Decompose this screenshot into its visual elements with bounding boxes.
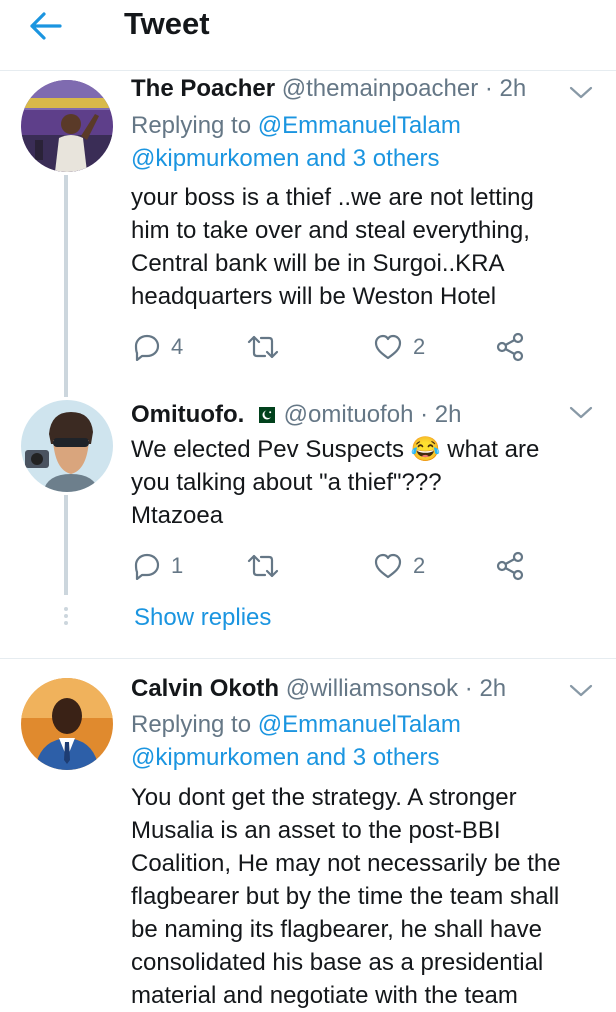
tweet-text-line: you talking about "a thief"??? bbox=[131, 469, 442, 496]
avatar[interactable] bbox=[21, 400, 113, 492]
tweet-text-line: We elected Pev Suspects 😂 what are bbox=[131, 433, 601, 466]
arrow-left-icon bbox=[30, 12, 62, 40]
tweet-time: · 2h bbox=[464, 675, 507, 702]
share-icon bbox=[496, 332, 524, 362]
share-icon bbox=[496, 551, 524, 581]
page-title: Tweet bbox=[124, 6, 210, 41]
share-button[interactable] bbox=[495, 549, 525, 583]
tweet-text-line: Central bank will be in Surgoi..KRA bbox=[131, 250, 505, 277]
like-count: 2 bbox=[413, 553, 426, 578]
thread-line bbox=[64, 495, 68, 595]
avatar[interactable] bbox=[21, 678, 113, 770]
tweet-text-line: be naming its flagbearer, he shall have bbox=[131, 916, 542, 943]
replying-to-label: Replying to bbox=[131, 112, 258, 139]
heart-icon bbox=[374, 553, 402, 579]
tweet-actions: 1 2 bbox=[131, 549, 531, 583]
retweet-button[interactable] bbox=[247, 549, 289, 583]
user-handle[interactable]: @themainpoacher bbox=[282, 75, 478, 102]
tweet-text-line: Mtazoea bbox=[131, 502, 224, 529]
tweet-text-line: consolidated his base as a presidential bbox=[131, 949, 544, 976]
reply-icon bbox=[134, 334, 160, 361]
like-count: 2 bbox=[413, 334, 426, 359]
reply-count: 4 bbox=[171, 334, 184, 359]
tweet-text-line: Coalition, He may not necessarily be the bbox=[131, 850, 561, 877]
thread-line bbox=[64, 175, 68, 397]
like-button[interactable]: 2 bbox=[373, 330, 425, 364]
divider bbox=[0, 658, 616, 659]
user-handle[interactable]: @omituofoh bbox=[284, 401, 414, 428]
reply-count: 1 bbox=[171, 553, 184, 578]
mention-others-link[interactable]: @kipmurkomen and 3 others bbox=[131, 744, 440, 771]
share-button[interactable] bbox=[495, 330, 525, 364]
mention-link[interactable]: @EmmanuelTalam bbox=[258, 711, 461, 738]
retweet-icon bbox=[247, 554, 279, 578]
chevron-down-icon[interactable] bbox=[568, 402, 594, 422]
replying-to: Replying to @EmmanuelTalam bbox=[131, 110, 461, 142]
user-name[interactable]: Omituofo. bbox=[131, 401, 244, 428]
tweet-text: You dont get the strategy. A stronger Mu… bbox=[131, 781, 601, 1012]
avatar[interactable] bbox=[21, 80, 113, 172]
tweet-header: Omituofo. @omituofoh · 2h bbox=[131, 400, 461, 430]
reply-button[interactable]: 1 bbox=[133, 549, 183, 583]
tweet-text-line: your boss is a thief ..we are not lettin… bbox=[131, 184, 534, 211]
tweet-text-line: You dont get the strategy. A stronger bbox=[131, 784, 517, 811]
replying-to: Replying to @EmmanuelTalam bbox=[131, 709, 461, 741]
tweet-actions: 4 2 bbox=[131, 330, 531, 364]
tweet-time: · 2h bbox=[420, 401, 462, 428]
replying-to-label: Replying to bbox=[131, 711, 258, 738]
tweet-text-line: headquarters will be Weston Hotel bbox=[131, 283, 497, 310]
heart-icon bbox=[374, 334, 402, 360]
tweet-text-line: material and negotiate with the team bbox=[131, 982, 518, 1009]
tweet-header: The Poacher @themainpoacher · 2h bbox=[131, 74, 526, 104]
user-name[interactable]: The Poacher bbox=[131, 75, 275, 102]
user-handle[interactable]: @williamsonsok bbox=[286, 675, 458, 702]
back-button[interactable] bbox=[28, 8, 72, 44]
pakistan-flag-icon bbox=[252, 407, 275, 423]
mention-link[interactable]: @EmmanuelTalam bbox=[258, 112, 461, 139]
laughing-emoji: 😂 bbox=[410, 436, 441, 463]
tweet-time: · 2h bbox=[484, 75, 527, 102]
show-replies-link[interactable]: Show replies bbox=[134, 604, 271, 632]
tweet-text-line: Musalia is an asset to the post-BBI bbox=[131, 817, 501, 844]
replying-to-others: @kipmurkomen and 3 others bbox=[131, 143, 440, 175]
tweet-text-segment: We elected Pev Suspects bbox=[131, 436, 411, 463]
retweet-icon bbox=[247, 335, 279, 359]
user-name[interactable]: Calvin Okoth bbox=[131, 675, 279, 702]
tweet-text: your boss is a thief ..we are not lettin… bbox=[131, 181, 601, 313]
more-replies-dots bbox=[64, 607, 68, 628]
replying-to-others: @kipmurkomen and 3 others bbox=[131, 742, 440, 774]
tweet-text-line: him to take over and steal everything, bbox=[131, 217, 530, 244]
reply-icon bbox=[134, 553, 160, 580]
tweet-text-line: flagbearer but by the time the team shal… bbox=[131, 883, 560, 910]
chevron-down-icon[interactable] bbox=[568, 82, 594, 102]
like-button[interactable]: 2 bbox=[373, 549, 425, 583]
retweet-button[interactable] bbox=[247, 330, 289, 364]
tweet-text: We elected Pev Suspects 😂 what are you t… bbox=[131, 433, 601, 532]
chevron-down-icon[interactable] bbox=[568, 680, 594, 700]
tweet-header: Calvin Okoth @williamsonsok · 2h bbox=[131, 674, 506, 704]
reply-button[interactable]: 4 bbox=[133, 330, 183, 364]
tweet-text-segment: what are bbox=[440, 436, 540, 463]
mention-others-link[interactable]: @kipmurkomen and 3 others bbox=[131, 145, 440, 172]
top-bar: Tweet bbox=[0, 0, 616, 71]
